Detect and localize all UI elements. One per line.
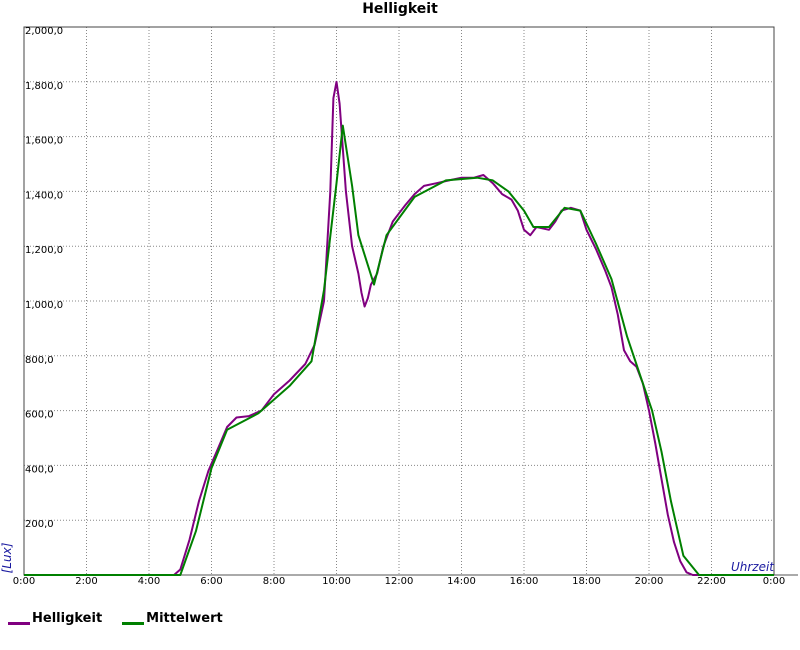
legend-item-mittelwert[interactable]: Mittelwert bbox=[122, 611, 223, 626]
x-tick-label: 6:00 bbox=[200, 576, 222, 587]
y-tick-label: 1,800,0 bbox=[25, 81, 63, 92]
y-tick-label: 1,400,0 bbox=[25, 190, 63, 201]
x-tick-label: 18:00 bbox=[572, 576, 601, 587]
legend-label-mittelwert: Mittelwert bbox=[146, 610, 223, 626]
x-tick-label: 2:00 bbox=[75, 576, 97, 587]
x-tick-label: 22:00 bbox=[697, 576, 726, 587]
legend-item-helligkeit[interactable]: Helligkeit bbox=[8, 611, 102, 626]
y-tick-label: 600,0 bbox=[25, 410, 54, 421]
x-tick-label: 16:00 bbox=[510, 576, 539, 587]
legend-swatch-mittelwert bbox=[122, 621, 145, 625]
y-tick-label: 400,0 bbox=[25, 464, 54, 475]
grid bbox=[24, 26, 774, 575]
x-tick-label: 0:00 bbox=[13, 576, 35, 587]
x-tick-label: 0:00 bbox=[763, 576, 785, 587]
x-tick-label: 14:00 bbox=[447, 576, 476, 587]
y-tick-label: 2,000,0 bbox=[25, 26, 63, 37]
legend-swatch-helligkeit bbox=[8, 621, 30, 625]
y-tick-label: 200,0 bbox=[25, 519, 54, 530]
x-tick-label: 10:00 bbox=[322, 576, 351, 587]
legend: Helligkeit Mittelwert bbox=[8, 608, 243, 628]
y-tick-label: 1,600,0 bbox=[25, 136, 63, 147]
y-axis-label: [Lux] bbox=[0, 542, 14, 573]
x-tick-label: 8:00 bbox=[263, 576, 285, 587]
x-tick-label: 12:00 bbox=[385, 576, 414, 587]
x-axis-label: Uhrzeit bbox=[731, 560, 775, 574]
line-chart: 0:00 2:00 4:00 6:00 8:00 10:00 12:00 14:00 16:00… bbox=[0, 26, 798, 587]
legend-label-helligkeit: Helligkeit bbox=[32, 610, 103, 626]
y-tick-label: 800,0 bbox=[25, 355, 54, 366]
x-tick-label: 20:00 bbox=[635, 576, 664, 587]
y-tick-label: 1,200,0 bbox=[25, 245, 63, 256]
x-tick-label: 4:00 bbox=[138, 576, 160, 587]
y-tick-label: 1,000,0 bbox=[25, 300, 63, 311]
axis-labels: Uhrzeit [Lux] bbox=[0, 542, 775, 574]
